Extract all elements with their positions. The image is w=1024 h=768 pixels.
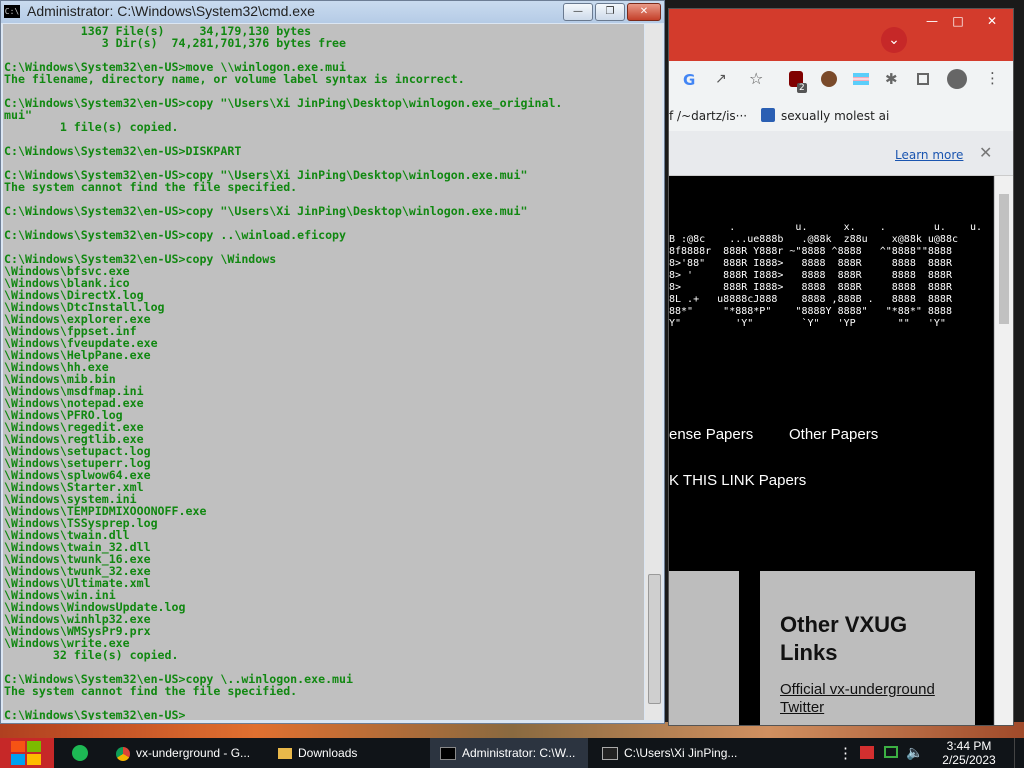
bookmarks-bar: f /~dartz/is··· sexually molest ai — [669, 101, 1013, 132]
windows-logo-icon — [11, 741, 43, 765]
volume-icon[interactable]: 🔈 — [906, 744, 923, 761]
cmd-scrollbar-thumb[interactable] — [648, 574, 661, 704]
cmd-window[interactable]: C:\ Administrator: C:\Windows\System32\c… — [0, 0, 665, 724]
chrome-icon — [116, 746, 130, 761]
clock-time: 3:44 PM — [946, 739, 992, 753]
close-icon[interactable]: ✕ — [979, 13, 1005, 29]
maximize-icon[interactable]: □ — [945, 13, 971, 29]
card-title: Other VXUG Links — [780, 612, 908, 665]
cmd-scrollbar[interactable] — [645, 24, 662, 720]
card-left — [669, 571, 739, 725]
nav-link-this-link-papers[interactable]: K THIS LINK Papers — [669, 472, 806, 489]
action-center-flag-icon[interactable] — [860, 746, 874, 759]
7zip-icon — [602, 747, 618, 761]
bookmark-star-icon[interactable]: ☆ — [749, 69, 763, 88]
cmd-app-icon: C:\ — [4, 5, 20, 18]
card-other-vxug-links: Other VXUG Links Official vx-underground… — [760, 571, 975, 725]
cmd-window-title: Administrator: C:\Windows\System32\cmd.e… — [27, 3, 315, 19]
folder-icon — [278, 748, 292, 760]
infobar: Learn more ✕ — [669, 131, 1013, 176]
taskbar-item-cmd[interactable]: Administrator: C:\W... — [430, 738, 588, 768]
page-scrollbar[interactable] — [994, 176, 1013, 725]
profile-avatar-icon[interactable] — [947, 69, 967, 89]
start-button[interactable] — [0, 738, 54, 768]
minimize-icon[interactable]: — — [563, 3, 593, 21]
show-desktop-button[interactable] — [1014, 738, 1024, 768]
taskbar-item-downloads[interactable]: Downloads — [268, 738, 426, 768]
tray-overflow-icon[interactable]: ⋮ — [838, 744, 853, 762]
profile-dropdown-icon[interactable]: ⌄ — [881, 27, 907, 53]
bookmark-favicon-icon — [761, 108, 775, 122]
taskbar-item-7zip[interactable]: C:\Users\Xi JinPing... — [592, 738, 750, 768]
cmd-icon — [440, 747, 456, 761]
minimize-icon[interactable]: — — [919, 13, 945, 29]
menu-kebab-icon[interactable]: ⋮ — [985, 69, 1000, 87]
close-icon[interactable]: ✕ — [627, 3, 661, 21]
bookmark-item[interactable]: sexually molest ai — [781, 109, 889, 123]
share-icon[interactable]: ↗ — [715, 71, 727, 87]
taskbar-item-chrome[interactable]: vx-underground - G... — [106, 738, 264, 768]
taskbar: vx-underground - G... Downloads Administ… — [0, 738, 1024, 768]
clock[interactable]: 3:44 PM 2/25/2023 — [936, 739, 1002, 767]
cmd-titlebar[interactable]: C:\ Administrator: C:\Windows\System32\c… — [1, 1, 664, 23]
browser-toolbar: G ↗ ☆ 2 ✱ ⋮ — [669, 61, 1013, 101]
google-icon[interactable]: G — [683, 71, 695, 89]
side-panel-icon[interactable] — [917, 73, 929, 85]
learn-more-link[interactable]: Learn more — [895, 148, 963, 162]
flag-extension-icon[interactable] — [853, 73, 869, 85]
network-icon[interactable] — [884, 746, 898, 758]
bookmark-item[interactable]: f /~dartz/is··· — [669, 109, 747, 123]
ascii-art-banner: . u. x. . u. u. B :@8c ...ue888b .@88k z… — [669, 222, 983, 329]
extensions-puzzle-icon[interactable]: ✱ — [885, 70, 898, 88]
extension-badge: 2 — [797, 83, 807, 93]
twitter-link[interactable]: Twitter — [780, 699, 824, 716]
official-vx-underground-link[interactable]: Official vx-underground — [780, 681, 935, 698]
extension-avatar-icon[interactable] — [821, 71, 837, 87]
infobar-close-icon[interactable]: ✕ — [979, 143, 992, 162]
console-output[interactable]: 1367 File(s) 34,179,130 bytes 3 Dir(s) 7… — [3, 24, 644, 720]
browser-titlebar[interactable]: ⌄ — □ ✕ — [669, 9, 1013, 61]
clock-date: 2/25/2023 — [942, 753, 996, 767]
webpage-content: . u. x. . u. u. B :@8c ...ue888b .@88k z… — [669, 176, 993, 725]
nav-link-other-papers[interactable]: Other Papers — [789, 426, 878, 443]
console-text: 1367 File(s) 34,179,130 bytes 3 Dir(s) 7… — [4, 24, 563, 720]
nav-link-defense-papers[interactable]: ense Papers — [669, 426, 753, 443]
scrollbar-thumb[interactable] — [999, 194, 1009, 324]
browser-window[interactable]: ⌄ — □ ✕ G ↗ ☆ 2 ✱ ⋮ f /~dartz/is··· sexu… — [668, 8, 1014, 726]
spotify-pinned-icon[interactable] — [72, 745, 88, 761]
maximize-icon[interactable]: ❐ — [595, 3, 625, 21]
